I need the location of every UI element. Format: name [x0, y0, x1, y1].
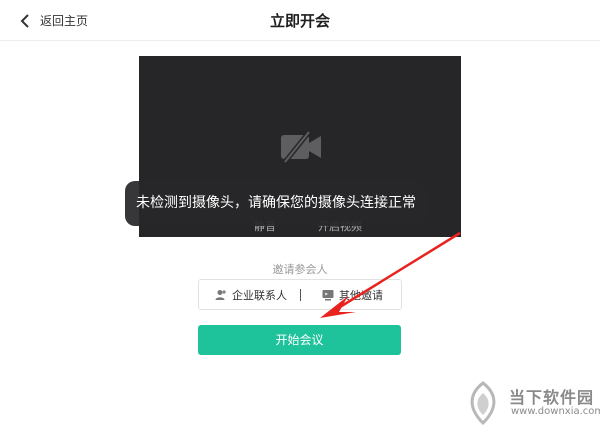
invite-options-box: 企业联系人 其他邀请: [198, 279, 402, 310]
watermark-brand: 当下软件园: [509, 388, 595, 407]
add-person-icon: [215, 289, 226, 300]
invite-enterprise-contacts-button[interactable]: 企业联系人: [215, 280, 287, 309]
watermark-url: www.downxia.com: [511, 406, 600, 417]
top-bar: 返回主页 立即开会: [0, 0, 600, 41]
invite-divider: [300, 289, 301, 301]
invite-other-label: 其他邀请: [339, 288, 383, 302]
start-meeting-button[interactable]: 开始会议: [198, 325, 401, 355]
invite-participants-title: 邀请参会人: [272, 263, 328, 276]
page-title: 立即开会: [269, 12, 330, 30]
camera-off-icon: [279, 129, 323, 165]
invite-other-button[interactable]: 其他邀请: [322, 280, 383, 309]
camera-warning-toast: 未检测到摄像头，请确保您的摄像头连接正常: [125, 181, 427, 226]
screen-icon: [322, 289, 334, 300]
invite-enterprise-contacts-label: 企业联系人: [232, 288, 287, 302]
watermark-logo-icon: [461, 381, 505, 426]
